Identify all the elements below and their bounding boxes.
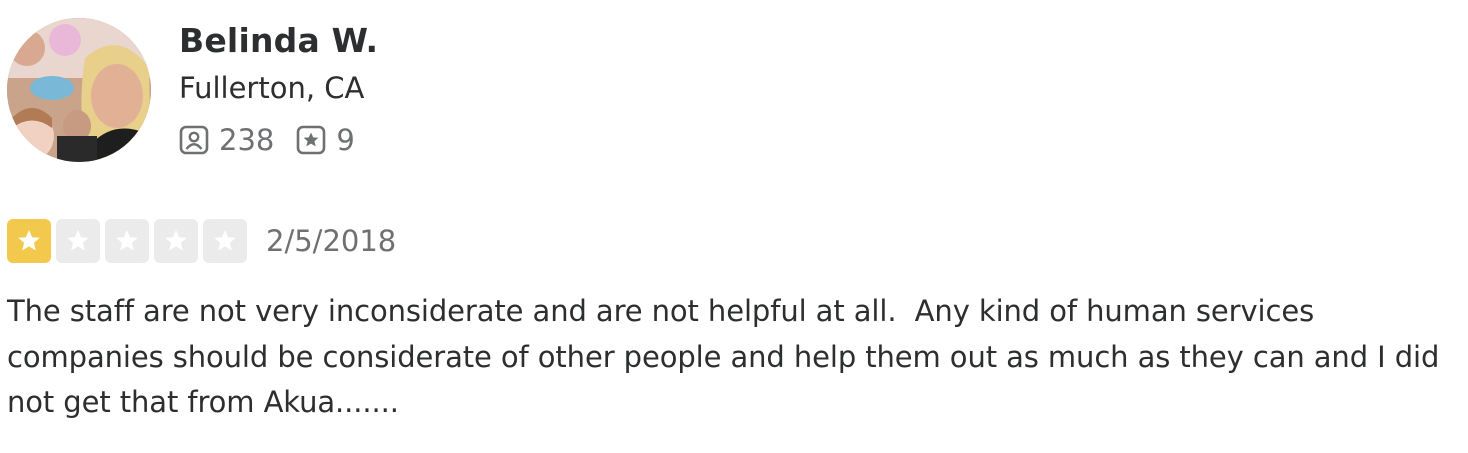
star-rating-4 bbox=[154, 219, 198, 263]
star-rating-5 bbox=[203, 219, 247, 263]
review-star-icon bbox=[296, 125, 326, 155]
star-rating-1 bbox=[7, 219, 51, 263]
user-name-link[interactable]: Belinda W. bbox=[179, 20, 378, 62]
star-icon bbox=[116, 230, 138, 251]
user-location: Fullerton, CA bbox=[179, 71, 365, 105]
review-date: 2/5/2018 bbox=[266, 224, 397, 258]
star-rating-2 bbox=[56, 219, 100, 263]
avatar[interactable] bbox=[7, 18, 151, 162]
review-card: Belinda W. Fullerton, CA 238 9 2/5/2018 … bbox=[0, 0, 1468, 453]
friends-stat: 238 bbox=[179, 123, 274, 157]
reviews-stat: 9 bbox=[296, 123, 355, 157]
user-info: Belinda W. Fullerton, CA 238 9 bbox=[179, 20, 378, 160]
reviews-count: 9 bbox=[336, 123, 355, 157]
avatar-photo bbox=[7, 18, 151, 162]
review-text: The staff are not very inconsiderate and… bbox=[7, 294, 1449, 419]
user-stats: 238 9 bbox=[179, 120, 378, 160]
friends-icon bbox=[179, 125, 209, 155]
star-icon bbox=[67, 230, 89, 251]
star-icon bbox=[18, 230, 40, 251]
star-icon bbox=[214, 230, 236, 251]
rating-row: 2/5/2018 bbox=[7, 218, 396, 264]
star-icon bbox=[165, 230, 187, 251]
star-rating-3 bbox=[105, 219, 149, 263]
friends-count: 238 bbox=[219, 123, 275, 157]
